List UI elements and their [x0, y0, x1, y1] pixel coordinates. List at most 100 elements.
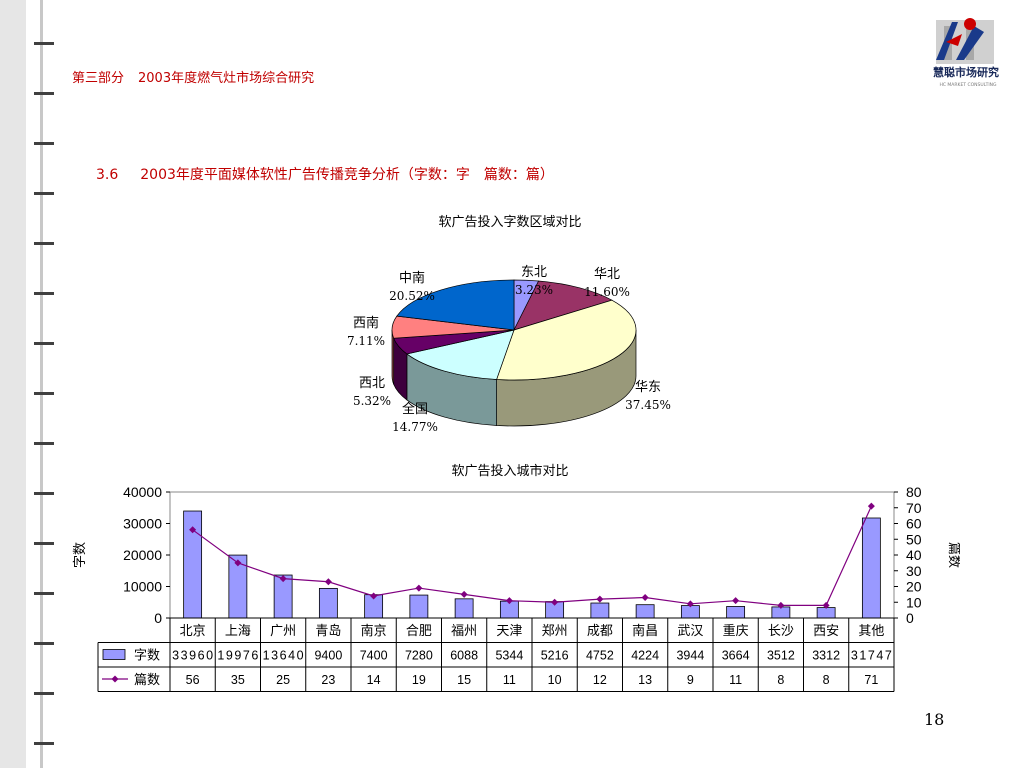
strip-mark [34, 192, 54, 195]
line-point-南昌 [641, 594, 649, 602]
category-label: 郑州 [542, 624, 568, 639]
right-tick-label: 50 [906, 531, 922, 547]
strip-mark [34, 292, 54, 295]
city-bar-line-chart: 01000020000300004000001020304050607080字数… [73, 484, 960, 692]
category-label: 合肥 [406, 624, 432, 639]
table-value-line: 14 [367, 673, 381, 687]
bar-南昌 [635, 604, 655, 619]
pie-label-name: 华东 [635, 380, 661, 395]
decorative-left-strip [0, 0, 56, 768]
table-value-bar: 7400 [360, 649, 388, 663]
category-label: 重庆 [723, 623, 749, 639]
pie-label-name: 全国 [402, 401, 428, 417]
category-label: 天津 [496, 624, 522, 639]
strip-mark [34, 642, 54, 645]
bar-成都 [590, 602, 610, 619]
section-title: 3.6 2003年度平面媒体软性广告传播竞争分析（字数：字 篇数：篇） [96, 164, 554, 184]
table-value-line: 13 [638, 673, 652, 687]
right-tick-label: 0 [906, 610, 914, 626]
table-value-line: 10 [548, 673, 562, 687]
table-value-line: 11 [729, 673, 742, 687]
section-number: 3.6 [96, 167, 119, 183]
table-value-line: 35 [231, 673, 245, 687]
data-table: 北京 上海 广州 青岛 南京 合肥 福州 天津 郑州 成都 南昌 武汉 重庆 长沙 西安 其他字数篇数 3396… [97, 617, 895, 692]
left-tick-label: 40000 [123, 484, 162, 500]
legend-label-bar: 字数 [134, 649, 160, 664]
category-label: 上海 [225, 624, 251, 639]
pie-label-name: 华北 [594, 267, 620, 282]
strip-mark [34, 592, 54, 595]
table-value-bar: 3944 [676, 649, 704, 663]
right-tick-label: 60 [906, 516, 922, 532]
svg-text:慧聪市场研究: 慧聪市场研究 [933, 65, 999, 79]
table-value-line: 56 [186, 673, 200, 687]
category-label: 西安 [813, 624, 839, 639]
strip-mark [34, 92, 54, 95]
table-value-line: 11 [503, 673, 516, 687]
pie-label-value: 20.52% [389, 289, 435, 303]
pie-label-value: 11.60% [584, 285, 630, 299]
header-part: 第三部分 [72, 71, 125, 86]
category-label: 长沙 [768, 624, 794, 639]
table-value-line: 15 [457, 673, 471, 687]
section-heading: 2003年度平面媒体软性广告传播竞争分析（字数：字 篇数：篇） [140, 167, 554, 183]
table-value-line: 19 [412, 673, 426, 687]
table-value-line: 23 [321, 673, 335, 687]
line-point-重庆 [732, 597, 740, 605]
pie-label-name: 西南 [353, 315, 379, 331]
table-value-line: 25 [276, 673, 290, 687]
right-tick-label: 30 [906, 563, 922, 579]
left-tick-label: 10000 [123, 579, 162, 595]
table-value-bar: 4752 [586, 649, 614, 663]
strip-mark [34, 542, 54, 545]
left-tick-label: 30000 [123, 516, 162, 532]
category-label: 成都 [587, 624, 613, 639]
company-logo: 慧聪市场研究 HC MARKET CONSULTING [933, 18, 999, 88]
strip-mark [34, 242, 54, 245]
bar-其他 [861, 517, 881, 619]
table-value-bar: 33960 [172, 649, 213, 663]
bar-合肥 [409, 594, 429, 619]
table-value-bar: 19976 [217, 649, 258, 663]
bar-chart-title: 软广告投入城市对比 [451, 464, 569, 479]
category-label: 南京 [361, 623, 387, 639]
strip-mark [34, 392, 54, 395]
pie-label-value: 3.23% [515, 283, 553, 297]
pie-label-name: 西北 [359, 376, 385, 391]
strip-mark [34, 142, 54, 145]
table-value-bar: 6088 [450, 649, 478, 663]
bar-西安 [816, 607, 836, 619]
pie-label-name: 东北 [521, 265, 547, 280]
table-value-bar: 7280 [405, 649, 433, 663]
right-tick-label: 10 [906, 594, 922, 610]
strip-mark [34, 442, 54, 445]
table-value-bar: 5216 [541, 649, 569, 663]
right-tick-label: 40 [906, 547, 922, 563]
category-label: 其他 [858, 624, 884, 639]
pie-label-value: 14.77% [392, 420, 438, 434]
left-axis-title: 字数 [73, 542, 88, 568]
svg-text:HC MARKET CONSULTING: HC MARKET CONSULTING [939, 82, 997, 88]
table-value-bar: 9400 [314, 649, 342, 663]
category-label: 广州 [270, 624, 296, 639]
category-label: 南昌 [632, 623, 658, 639]
category-label: 福州 [451, 624, 477, 639]
legend-label-line: 篇数 [134, 673, 160, 688]
pie-label-value: 37.45% [625, 398, 671, 412]
right-axis-title: 篇数 [946, 542, 960, 568]
line-series-篇数 [192, 505, 872, 607]
table-value-bar: 5344 [495, 649, 523, 663]
right-tick-label: 20 [906, 579, 922, 595]
bar-武汉 [680, 605, 700, 619]
pie-label-name: 中南 [399, 270, 425, 286]
right-tick-label: 70 [906, 500, 922, 516]
table-value-bar: 4224 [631, 649, 659, 663]
pie-chart-title: 软广告投入字数区域对比 [438, 215, 582, 230]
table-value-line: 12 [593, 673, 607, 687]
bar-青岛 [318, 587, 338, 619]
bar-重庆 [726, 606, 746, 619]
right-tick-label: 80 [906, 484, 922, 500]
left-tick-label: 0 [154, 610, 162, 626]
table-value-line: 9 [687, 673, 694, 687]
table-value-bar: 3512 [767, 649, 795, 663]
